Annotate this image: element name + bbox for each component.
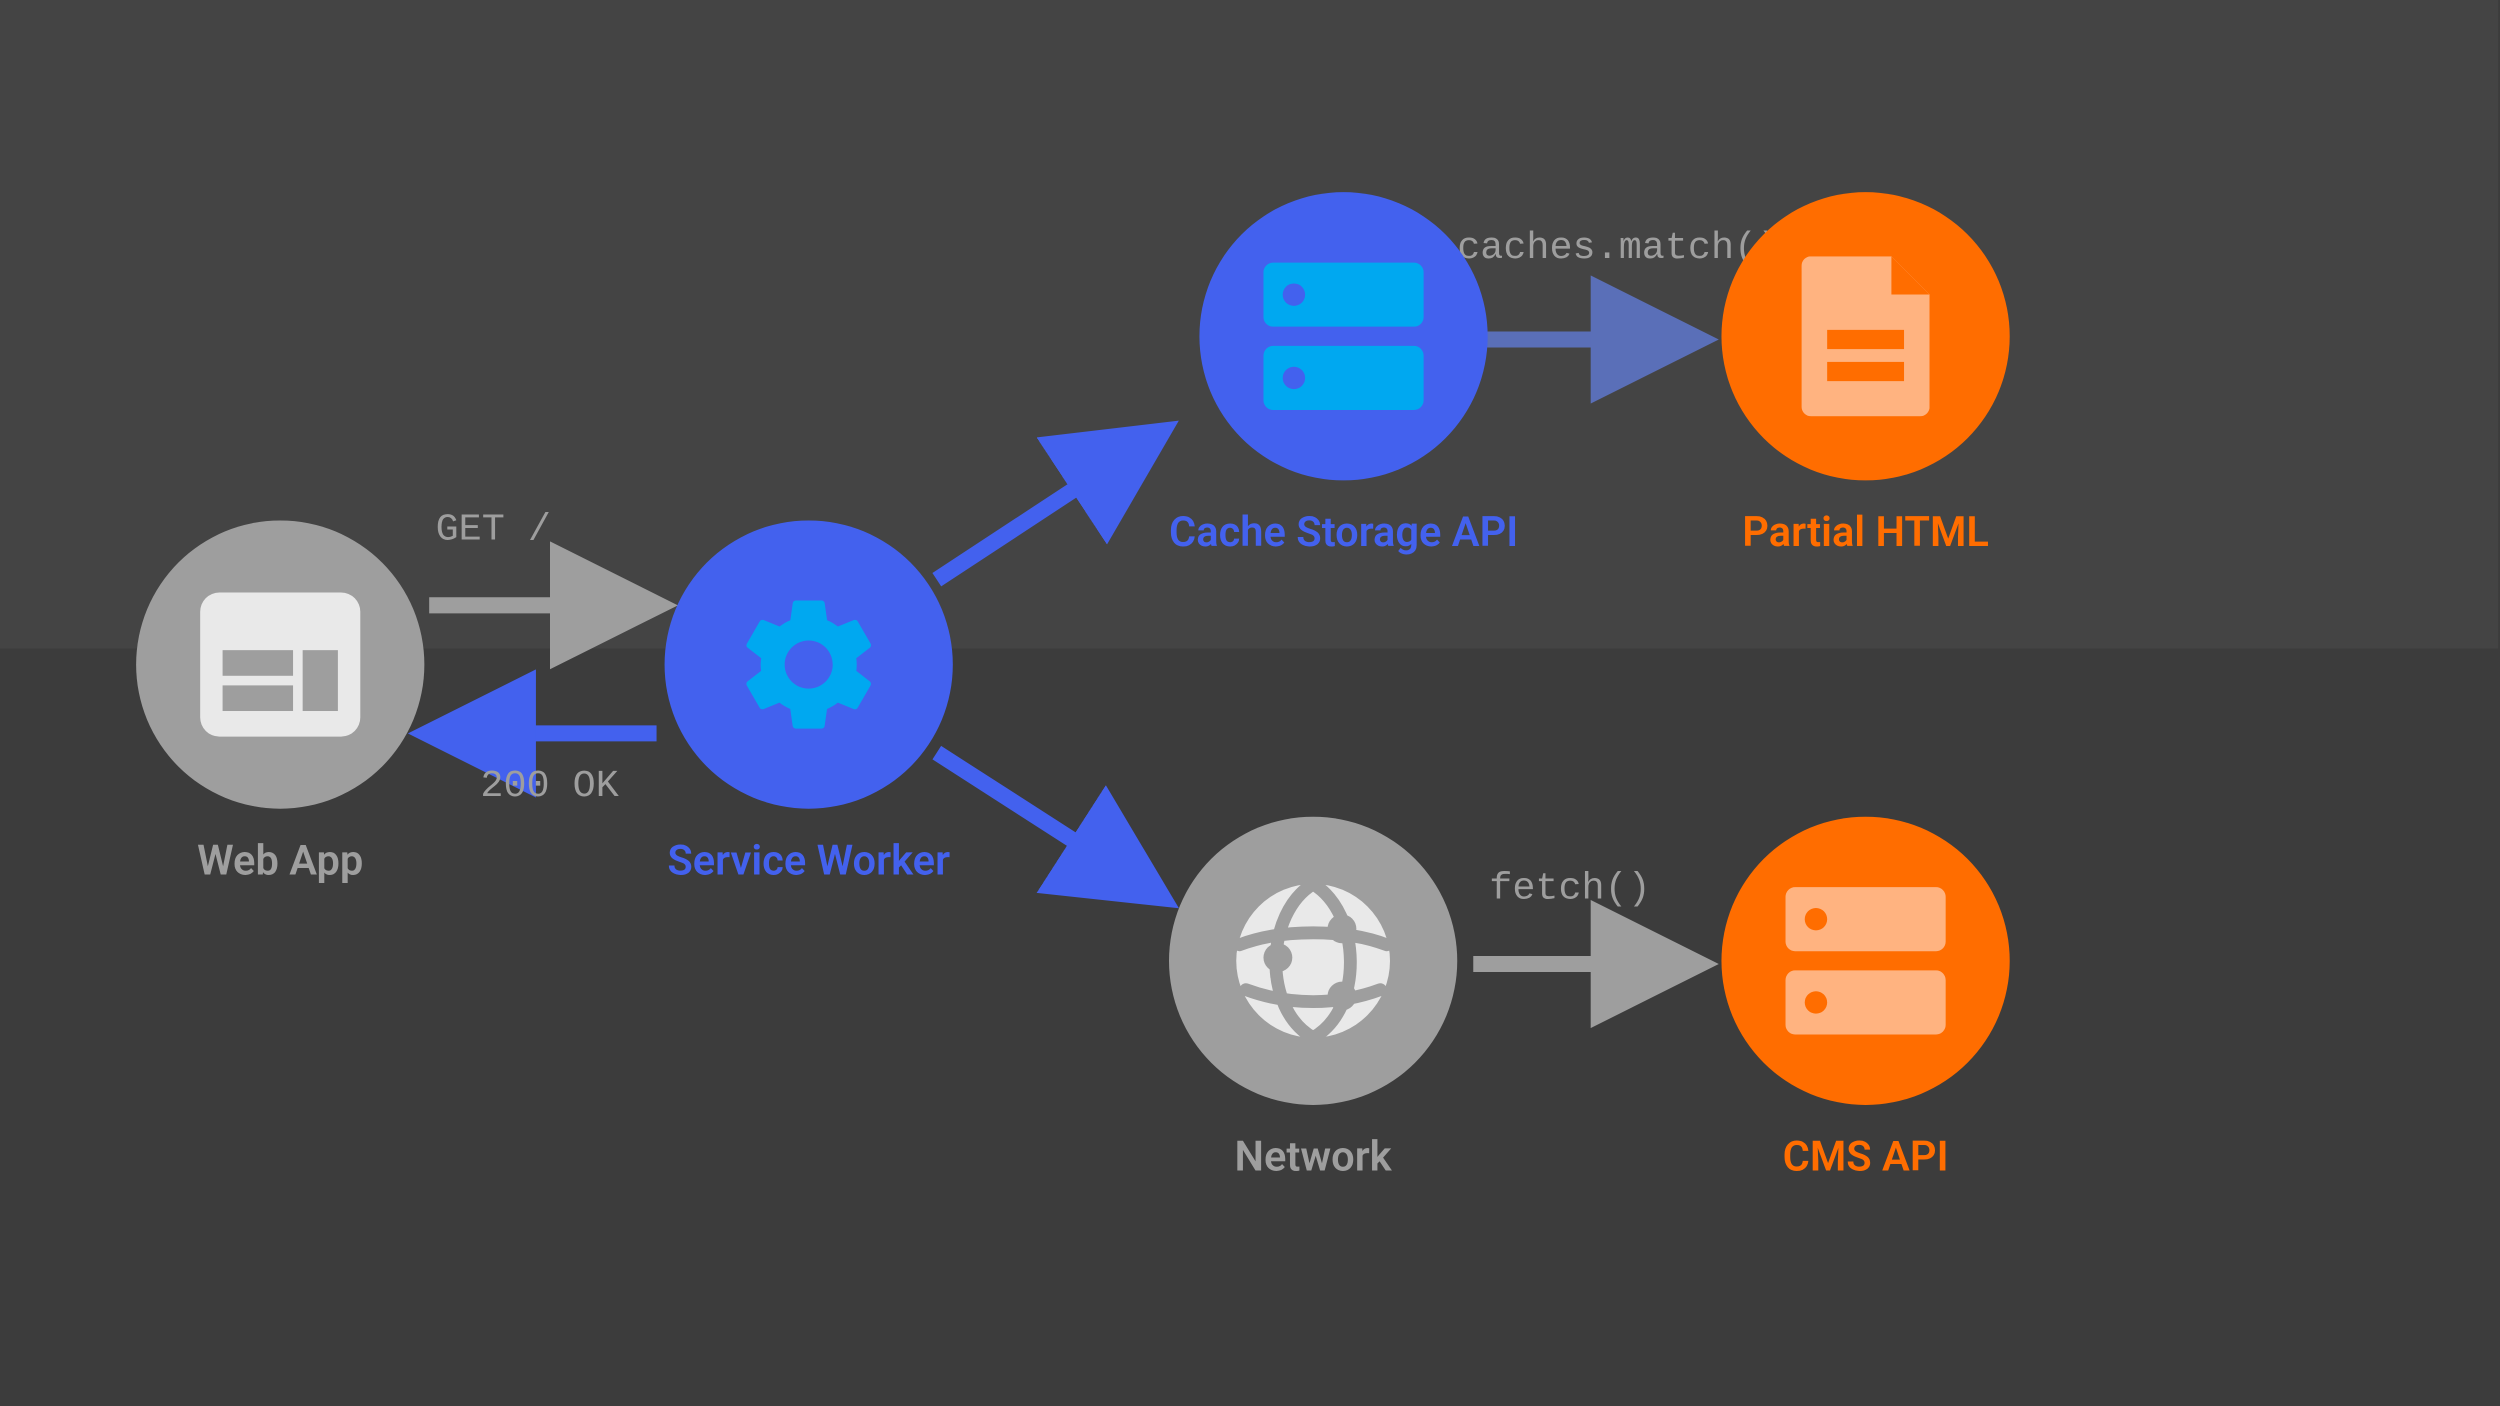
- webapp-icon: [200, 593, 360, 737]
- network-label: Network: [1169, 1134, 1457, 1182]
- cache-storage-circle: [1200, 192, 1488, 480]
- node-network: Network: [1169, 817, 1457, 1182]
- node-service-worker: Service Worker: [665, 520, 953, 885]
- node-web-app: Web App: [136, 520, 424, 885]
- storage-icon: [1264, 263, 1424, 410]
- arrow-to-network: [937, 753, 1161, 897]
- edge-label-ok: 200 OK: [480, 765, 618, 808]
- network-icon: [1217, 865, 1409, 1057]
- service-worker-circle: [665, 520, 953, 808]
- partial-html-label: Partial HTML: [1721, 509, 2009, 557]
- cms-api-circle: [1721, 817, 2009, 1105]
- service-worker-label: Service Worker: [665, 838, 953, 886]
- web-app-label: Web App: [136, 838, 424, 886]
- document-icon: [1802, 256, 1930, 416]
- partial-html-circle: [1721, 192, 2009, 480]
- cache-storage-label: Cache Storage API: [1169, 509, 1518, 557]
- gear-icon: [729, 584, 889, 744]
- node-cms-api: CMS API: [1721, 817, 2009, 1182]
- edge-label-fetch: fetch(): [1489, 868, 1650, 911]
- server-icon: [1786, 887, 1946, 1034]
- node-partial-html: Partial HTML: [1721, 192, 2009, 557]
- web-app-circle: [136, 520, 424, 808]
- node-cache-storage: Cache Storage API: [1169, 192, 1518, 557]
- cms-api-label: CMS API: [1721, 1134, 2009, 1182]
- network-circle: [1169, 817, 1457, 1105]
- edge-label-get: GET /: [436, 509, 551, 552]
